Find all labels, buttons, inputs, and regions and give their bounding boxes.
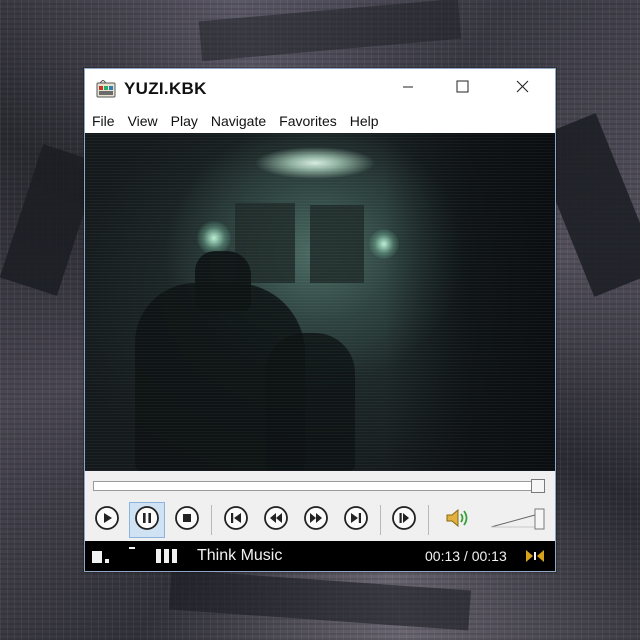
mute-button[interactable] [440, 502, 476, 538]
play-button[interactable] [89, 502, 125, 538]
menu-file[interactable]: File [85, 109, 121, 133]
menu-navigate[interactable]: Navigate [204, 109, 272, 133]
previous-track-icon [223, 505, 249, 536]
rewind-button[interactable] [258, 502, 294, 538]
status-bar: Think Music 00:13 / 00:13 [85, 541, 555, 571]
media-player-icon [96, 79, 116, 98]
close-icon [516, 80, 529, 98]
video-display[interactable] [85, 133, 555, 471]
menu-play[interactable]: Play [164, 109, 204, 133]
close-button[interactable] [499, 73, 545, 105]
stop-button[interactable] [169, 502, 205, 538]
fast-forward-button[interactable] [298, 502, 334, 538]
volume-slider[interactable] [489, 505, 545, 531]
maximize-button[interactable] [439, 73, 485, 105]
pause-button[interactable] [129, 502, 165, 538]
toolbar-separator [428, 505, 429, 535]
now-playing-title: Think Music [197, 547, 283, 564]
next-track-button[interactable] [338, 502, 374, 538]
toolbar-separator [211, 505, 212, 535]
frame-step-icon [391, 505, 417, 536]
play-icon [94, 505, 120, 536]
maximize-icon [456, 80, 469, 98]
previous-track-button[interactable] [218, 502, 254, 538]
minimize-button[interactable] [385, 73, 431, 105]
menu-help[interactable]: Help [343, 109, 385, 133]
fullscreen-toggle-icon[interactable] [525, 549, 545, 568]
window-title: YUZI.KBK [124, 79, 207, 98]
menu-favorites[interactable]: Favorites [272, 109, 343, 133]
rewind-icon [263, 505, 289, 536]
menu-bar: File View Play Navigate Favorites Help [85, 109, 555, 133]
minimize-icon [402, 80, 414, 98]
pause-icon [134, 505, 160, 536]
video-noise [85, 133, 555, 471]
toolbar-separator [380, 505, 381, 535]
title-bar[interactable]: YUZI.KBK [85, 69, 555, 109]
seek-bar[interactable] [93, 479, 545, 493]
speaker-icon [444, 505, 472, 536]
media-player-window[interactable]: YUZI.KBK File View Play Navigate Favorit… [84, 68, 556, 572]
frame-step-button[interactable] [386, 502, 422, 538]
playback-time: 00:13 / 00:13 [425, 548, 507, 564]
fast-forward-icon [303, 505, 329, 536]
seek-thumb[interactable] [531, 479, 545, 493]
next-track-icon [343, 505, 369, 536]
menu-view[interactable]: View [121, 109, 164, 133]
stop-icon [174, 505, 200, 536]
playback-controls [85, 471, 555, 541]
